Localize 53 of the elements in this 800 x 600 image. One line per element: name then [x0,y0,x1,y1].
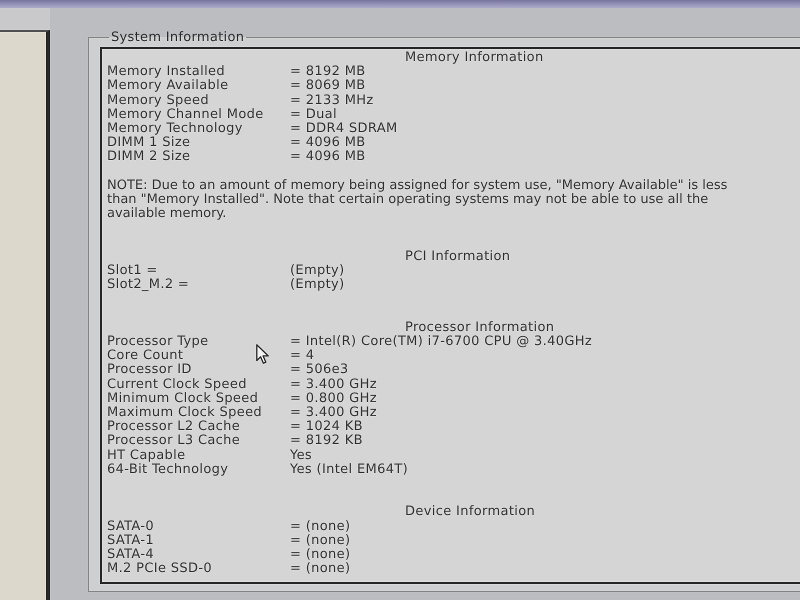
field-label: Memory Available [107,79,228,94]
field-value: = 8192 KB [290,434,363,449]
field-value: = 3.400 GHz [290,378,377,392]
field-value: = 4 [290,349,314,364]
section-heading: Device Information [405,505,536,520]
field-label: Current Clock Speed [107,378,247,392]
section-heading: PCI Information [405,250,510,264]
section-heading: Memory Information [405,51,544,66]
field-label: Slot2_M.2 = [107,278,190,292]
field-label: M.2 PCIe SSD-0 [107,562,212,576]
field-label: Core Count [107,349,184,364]
field-value: = 8069 MB [290,79,366,94]
field-value: = 4096 MB [290,136,366,150]
field-value: = 4096 MB [290,150,366,165]
field-label: Memory Channel Mode [107,108,264,122]
field-value: (Empty) [290,264,345,278]
field-value: = (none) [290,548,350,562]
field-label: 64-Bit Technology [107,462,228,478]
field-label: SATA-0 [107,520,154,534]
field-label: SATA-4 [107,548,154,562]
field-value: = 8192 MB [290,65,366,80]
field-value: = (none) [290,534,350,548]
section-heading: Processor Information [405,320,554,335]
field-label: Memory Speed [107,94,209,108]
field-label: Memory Technology [107,122,243,136]
field-value: = Intel(R) Core(TM) i7-6700 CPU @ 3.40GHz [290,335,592,350]
field-value: = 2133 MHz [290,94,374,108]
field-label: Processor L3 Cache [107,434,240,449]
field-label: HT Capable [107,448,186,463]
field-label: Minimum Clock Speed [107,392,258,406]
note-text: NOTE: Due to an amount of memory being assigned for system use, "Memory Available" is less than "Memory Installed". Note that certain operating systems may not be able to use all the available memory. [107,178,728,222]
group-title: System Information [110,30,246,45]
field-value: = 506e3 [290,363,349,378]
field-label: SATA-1 [107,534,154,548]
field-value: Yes (Intel EM64T) [290,462,408,478]
field-value: (Empty) [290,278,345,292]
field-value: Yes [290,448,312,463]
field-value: = Dual [290,108,337,122]
field-value: = 3.400 GHz [290,406,377,420]
mouse-cursor-icon [256,344,269,364]
field-label: Maximum Clock Speed [107,406,262,420]
field-value: = 1024 KB [290,420,363,434]
field-value: = 0.800 GHz [290,392,377,406]
field-label: DIMM 1 Size [107,136,190,150]
field-label: DIMM 2 Size [107,150,190,165]
field-value: = (none) [290,520,350,534]
field-label: Processor Type [107,335,209,350]
field-label: Memory Installed [107,65,225,80]
field-value: = DDR4 SDRAM [290,122,398,136]
field-value: = (none) [290,562,350,576]
field-label: Processor ID [107,363,192,378]
field-label: Processor L2 Cache [107,420,240,434]
field-label: Slot1 = [107,264,158,278]
